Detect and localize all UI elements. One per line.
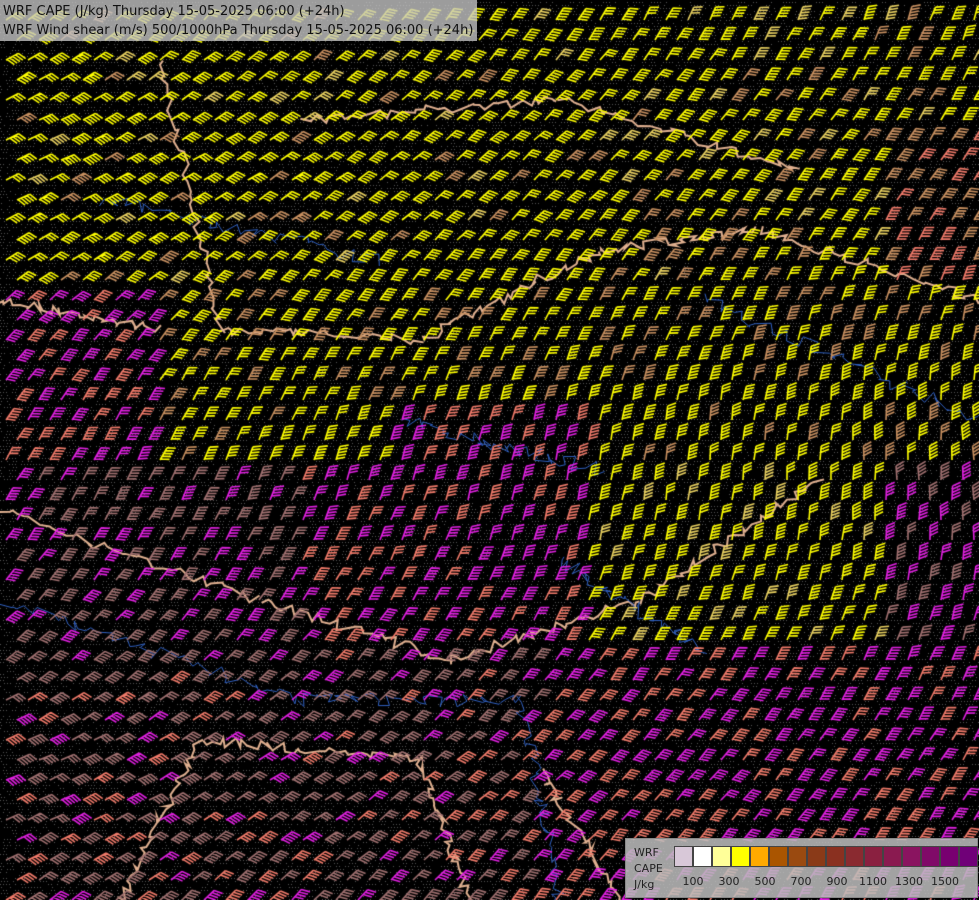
legend-swatch bbox=[674, 846, 693, 867]
map-title-box: WRF CAPE (J/kg) Thursday 15-05-2025 06:0… bbox=[0, 0, 478, 41]
cape-windshear-map bbox=[0, 0, 979, 900]
legend-swatch bbox=[693, 846, 712, 867]
legend-tick-label: 700 bbox=[790, 875, 812, 888]
legend-swatch bbox=[921, 846, 940, 867]
legend-swatch bbox=[845, 846, 864, 867]
legend-swatch bbox=[712, 846, 731, 867]
legend-swatch bbox=[940, 846, 959, 867]
legend-tick-label: 1500 bbox=[931, 875, 959, 888]
legend-model-label: WRF bbox=[634, 846, 659, 859]
legend-swatch bbox=[731, 846, 750, 867]
legend-tick-label: 1300 bbox=[895, 875, 923, 888]
legend-swatch bbox=[769, 846, 788, 867]
legend-field-label: CAPE bbox=[634, 862, 663, 875]
legend-swatch bbox=[750, 846, 769, 867]
legend-swatch bbox=[826, 846, 845, 867]
legend-ticks: 100 300 500 700 900 1100 1300 1500 bbox=[674, 875, 974, 889]
legend-tick-label: 300 bbox=[718, 875, 740, 888]
legend-swatch bbox=[959, 846, 978, 867]
legend-swatch bbox=[883, 846, 902, 867]
legend-swatch bbox=[902, 846, 921, 867]
windshear-title: WRF Wind shear (m/s) 500/1000hPa Thursda… bbox=[3, 23, 474, 38]
legend-swatch bbox=[864, 846, 883, 867]
legend-tick-label: 900 bbox=[826, 875, 848, 888]
cape-legend: WRF CAPE J/kg 100 300 500 700 900 1100 1300 150… bbox=[625, 838, 978, 898]
legend-tick-label: 100 bbox=[682, 875, 704, 888]
legend-unit-label: J/kg bbox=[634, 878, 655, 891]
cape-title: WRF CAPE (J/kg) Thursday 15-05-2025 06:0… bbox=[3, 4, 345, 19]
legend-swatch bbox=[788, 846, 807, 867]
legend-tick-label: 1100 bbox=[859, 875, 887, 888]
legend-swatch bbox=[807, 846, 826, 867]
legend-swatches bbox=[674, 846, 978, 867]
legend-tick-label: 500 bbox=[754, 875, 776, 888]
